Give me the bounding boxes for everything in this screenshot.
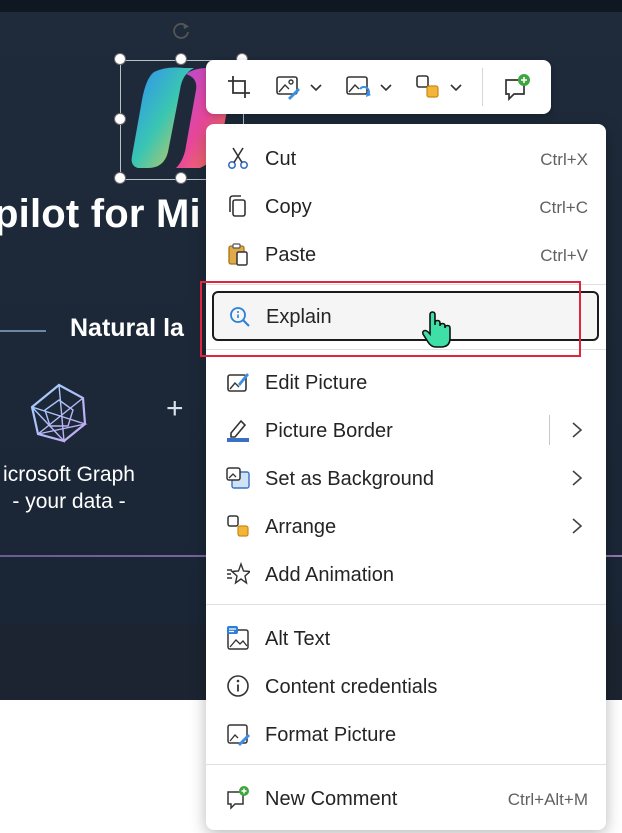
graph-label-line2: - your data -	[12, 490, 126, 513]
scissors-icon	[227, 147, 249, 170]
plus-sign: +	[166, 392, 184, 425]
resize-handle-ml[interactable]	[114, 113, 126, 125]
toolbar-separator	[482, 68, 483, 106]
menu-item-label: Alt Text	[265, 628, 331, 650]
menu-separator	[206, 604, 606, 605]
picture-border-icon	[227, 419, 249, 442]
format-picture-icon	[227, 724, 250, 746]
picture-style-icon	[276, 76, 300, 100]
arrange-icon	[416, 75, 439, 98]
crop-button[interactable]	[226, 72, 252, 102]
arrange-icon	[227, 515, 249, 537]
menu-item-add-animation[interactable]: Add Animation	[206, 551, 606, 597]
change-picture-button[interactable]	[344, 72, 394, 102]
resize-handle-bc[interactable]	[175, 172, 187, 184]
slide-top-strip	[0, 0, 622, 12]
crop-icon	[228, 76, 250, 98]
menu-item-alt-text[interactable]: Alt Text	[206, 615, 606, 661]
chevron-right-icon[interactable]	[570, 420, 584, 440]
change-picture-icon	[346, 76, 371, 97]
menu-item-arrange[interactable]: Arrange	[206, 503, 606, 549]
menu-item-label: Add Animation	[265, 564, 394, 586]
slide-divider-line	[0, 330, 46, 332]
menu-item-label: Format Picture	[265, 724, 397, 746]
menu-item-content-credentials[interactable]: Content credentials	[206, 663, 606, 709]
set-background-icon	[226, 467, 250, 489]
menu-item-label: Picture Border	[265, 420, 393, 442]
chevron-down-icon	[310, 84, 322, 92]
red-highlight-annotation	[200, 281, 581, 357]
menu-item-picture-border[interactable]: Picture Border	[206, 407, 606, 453]
menu-item-label: Copy	[265, 196, 312, 218]
menu-separator	[206, 764, 606, 765]
shortcut-text: Ctrl+X	[540, 150, 588, 169]
animation-star-icon	[227, 562, 250, 585]
menu-item-label: New Comment	[265, 788, 398, 810]
slide-title[interactable]: pilot for Mi	[0, 192, 201, 237]
chevron-down-icon	[380, 84, 392, 92]
context-menu: Cut Ctrl+X Copy Ctrl+C Paste Ctrl+V Expl…	[206, 124, 606, 830]
resize-handle-tl[interactable]	[114, 53, 126, 65]
copy-icon	[229, 195, 246, 217]
graph-label-line1: icrosoft Graph	[3, 463, 135, 486]
menu-item-label: Cut	[265, 148, 297, 170]
mini-toolbar	[206, 60, 551, 114]
new-comment-icon	[227, 786, 249, 810]
menu-item-format-picture[interactable]: Format Picture	[206, 711, 606, 757]
slide-subtitle[interactable]: Natural la	[70, 314, 184, 343]
menu-item-set-as-background[interactable]: Set as Background	[206, 455, 606, 501]
menu-item-new-comment[interactable]: New Comment Ctrl+Alt+M	[206, 775, 606, 821]
alt-text-icon	[227, 626, 249, 650]
menu-item-label: Content credentials	[265, 676, 438, 698]
microsoft-graph-icon	[30, 383, 88, 443]
rotate-handle-icon[interactable]	[170, 20, 192, 42]
shortcut-text: Ctrl+Alt+M	[507, 790, 588, 809]
info-icon	[227, 675, 249, 697]
menu-item-label: Arrange	[265, 516, 337, 538]
shortcut-text: Ctrl+C	[539, 198, 588, 217]
arrange-button[interactable]	[414, 72, 464, 102]
menu-item-cut[interactable]: Cut Ctrl+X	[206, 135, 606, 181]
menu-item-label: Edit Picture	[265, 372, 368, 394]
menu-item-edit-picture[interactable]: Edit Picture	[206, 359, 606, 405]
menu-item-label: Paste	[265, 244, 317, 266]
chevron-right-icon	[572, 518, 583, 534]
menu-item-label: Set as Background	[265, 468, 434, 490]
resize-handle-tc[interactable]	[175, 53, 187, 65]
hand-cursor-icon	[421, 311, 451, 348]
edit-picture-icon	[227, 373, 249, 392]
new-comment-icon	[505, 74, 530, 102]
paste-icon	[228, 243, 248, 266]
menu-item-paste[interactable]: Paste Ctrl+V	[206, 231, 606, 277]
new-comment-toolbar-button[interactable]	[502, 72, 532, 102]
resize-handle-bl[interactable]	[114, 172, 126, 184]
chevron-down-icon	[450, 84, 462, 92]
menu-item-copy[interactable]: Copy Ctrl+C	[206, 183, 606, 229]
graph-label[interactable]: icrosoft Graph - your data -	[0, 461, 144, 515]
picture-style-button[interactable]	[274, 72, 324, 102]
chevron-right-icon	[572, 470, 583, 486]
shortcut-text: Ctrl+V	[540, 246, 588, 265]
split-divider	[549, 415, 550, 445]
